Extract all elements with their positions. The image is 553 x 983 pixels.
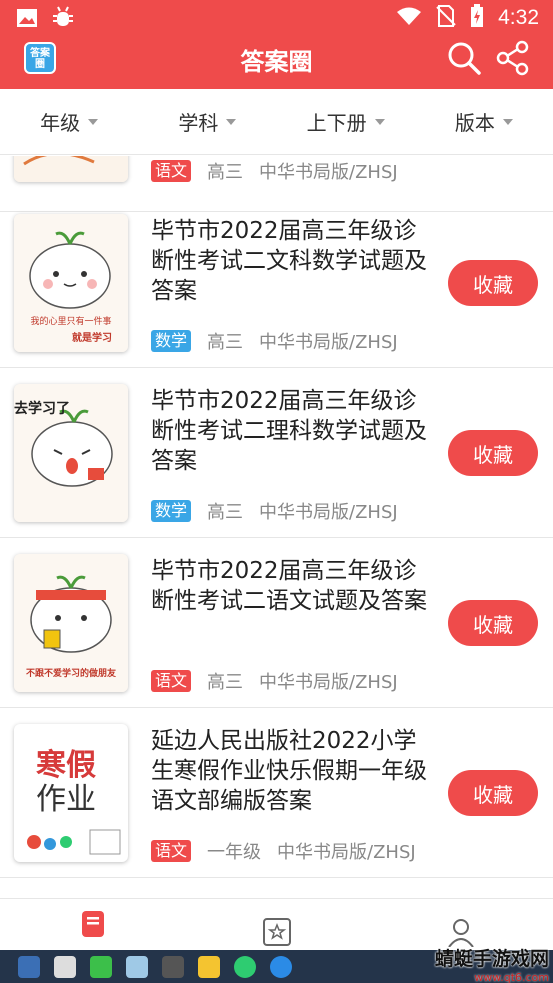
book-cover-thumbnail: 不跟不爱学习的做朋友 [14,554,128,692]
list-item[interactable]: 不跟不爱学习的做朋友 毕节市2022届高三年级诊断性考试二语文试题及答案 语文 … [0,538,553,708]
grade-text: 高三 [207,502,244,523]
filter-edition[interactable]: 版本 [415,89,553,154]
thumbnail-caption: 作业 [36,782,96,817]
taskbar-app-icon[interactable] [198,955,220,978]
subject-tag: 数学 [151,330,192,352]
site-watermark: 蜻蜓手游戏网 www.qt6.com [435,944,549,983]
filter-grade[interactable]: 年级 [0,89,138,154]
item-title[interactable]: 毕节市2022届高三年级诊断性考试二理科数学试题及答案 [151,386,436,476]
share-icon [495,40,531,80]
taskbar-app-icon[interactable] [54,955,76,978]
wifi-icon [396,6,422,30]
taskbar-app-icon[interactable] [162,955,184,978]
taskbar-app-icon[interactable] [126,955,148,978]
bottom-navigation [0,898,553,950]
publisher-text: 中华书局版/ZHSJ [259,162,398,183]
filter-volume[interactable]: 上下册 [277,89,415,154]
grade-text: 高三 [207,672,244,693]
bug-icon [52,6,74,34]
status-time: 4:32 [498,6,539,29]
publisher-text: 中华书局版/ZHSJ [259,332,398,353]
status-bar: 4:32 [0,0,553,38]
subject-tag: 语文 [151,670,192,692]
book-cover-thumbnail: 去学习了 [14,384,128,522]
favorite-button[interactable]: 收藏 [448,430,538,476]
filter-label: 学科 [178,111,219,135]
watermark-url: www.qt6.com [474,971,549,983]
filter-label: 上下册 [306,111,367,135]
thumbnail-caption: 去学习了 [14,401,70,417]
battery-charging-icon [470,4,484,32]
caret-down-icon [88,118,99,125]
subject-tag: 语文 [151,160,192,182]
gallery-icon [16,8,38,32]
thumbnail-caption: 我的心里只有一件事 [30,317,112,327]
answer-list[interactable]: 语文 高三 中华书局版/ZHSJ 我的心里只有一件事 就是学习 毕节市2022届… [0,156,553,898]
caret-down-icon [502,118,513,125]
book-icon [78,911,108,943]
thumbnail-caption: 就是学习 [72,333,112,344]
grade-text: 高三 [207,332,244,353]
taskbar-app-icon[interactable] [18,955,40,978]
publisher-text: 中华书局版/ZHSJ [259,502,398,523]
star-icon [262,918,292,951]
book-cover-thumbnail [14,156,128,182]
watermark-title: 蜻蜓手游戏网 [434,948,549,970]
favorite-button[interactable]: 收藏 [448,600,538,646]
item-title[interactable]: 毕节市2022届高三年级诊断性考试二语文试题及答案 [151,556,436,616]
subject-tag: 数学 [151,500,192,522]
grade-text: 高三 [207,162,244,183]
list-item[interactable]: 寒假 作业 延边人民出版社2022小学生寒假作业快乐假期一年级语文部编版答案 语… [0,708,553,878]
filter-subject[interactable]: 学科 [138,89,276,154]
share-button[interactable] [495,40,531,76]
list-item[interactable]: 去学习了 毕节市2022届高三年级诊断性考试二理科数学试题及答案 数学 高三 中… [0,368,553,538]
caret-down-icon [226,118,237,125]
item-title[interactable]: 延边人民出版社2022小学生寒假作业快乐假期一年级语文部编版答案 [151,726,436,816]
publisher-text: 中华书局版/ZHSJ [277,842,416,863]
publisher-text: 中华书局版/ZHSJ [259,672,398,693]
app-header: 答案圈 答案圈 [0,38,553,89]
book-cover-thumbnail: 寒假 作业 [14,724,128,862]
filter-label: 年级 [40,111,81,135]
wechat-icon[interactable] [234,955,256,978]
filter-label: 版本 [454,111,495,135]
app-header-bar: 4:32 答案圈 答案圈 [0,0,553,89]
taskbar-app-icon[interactable] [90,955,112,978]
search-button[interactable] [446,40,482,76]
search-icon [446,42,482,80]
nav-profile-button[interactable] [446,917,476,948]
favorite-button[interactable]: 收藏 [448,770,538,816]
favorite-button[interactable]: 收藏 [448,260,538,306]
book-cover-thumbnail: 我的心里只有一件事 就是学习 [14,214,128,352]
taskbar-app-icon[interactable] [270,955,292,978]
nav-favorites-button[interactable] [262,917,292,947]
thumbnail-caption: 不跟不爱学习的做朋友 [25,669,116,679]
subject-tag: 语文 [151,840,192,862]
grade-text: 一年级 [207,842,262,863]
filter-bar: 年级 学科 上下册 版本 [0,89,553,155]
list-item[interactable]: 我的心里只有一件事 就是学习 毕节市2022届高三年级诊断性考试二文科数学试题及… [0,198,553,368]
no-sim-icon [436,4,456,32]
item-title[interactable]: 毕节市2022届高三年级诊断性考试二文科数学试题及答案 [151,216,436,306]
caret-down-icon [374,118,385,125]
nav-home-button[interactable] [78,909,108,939]
